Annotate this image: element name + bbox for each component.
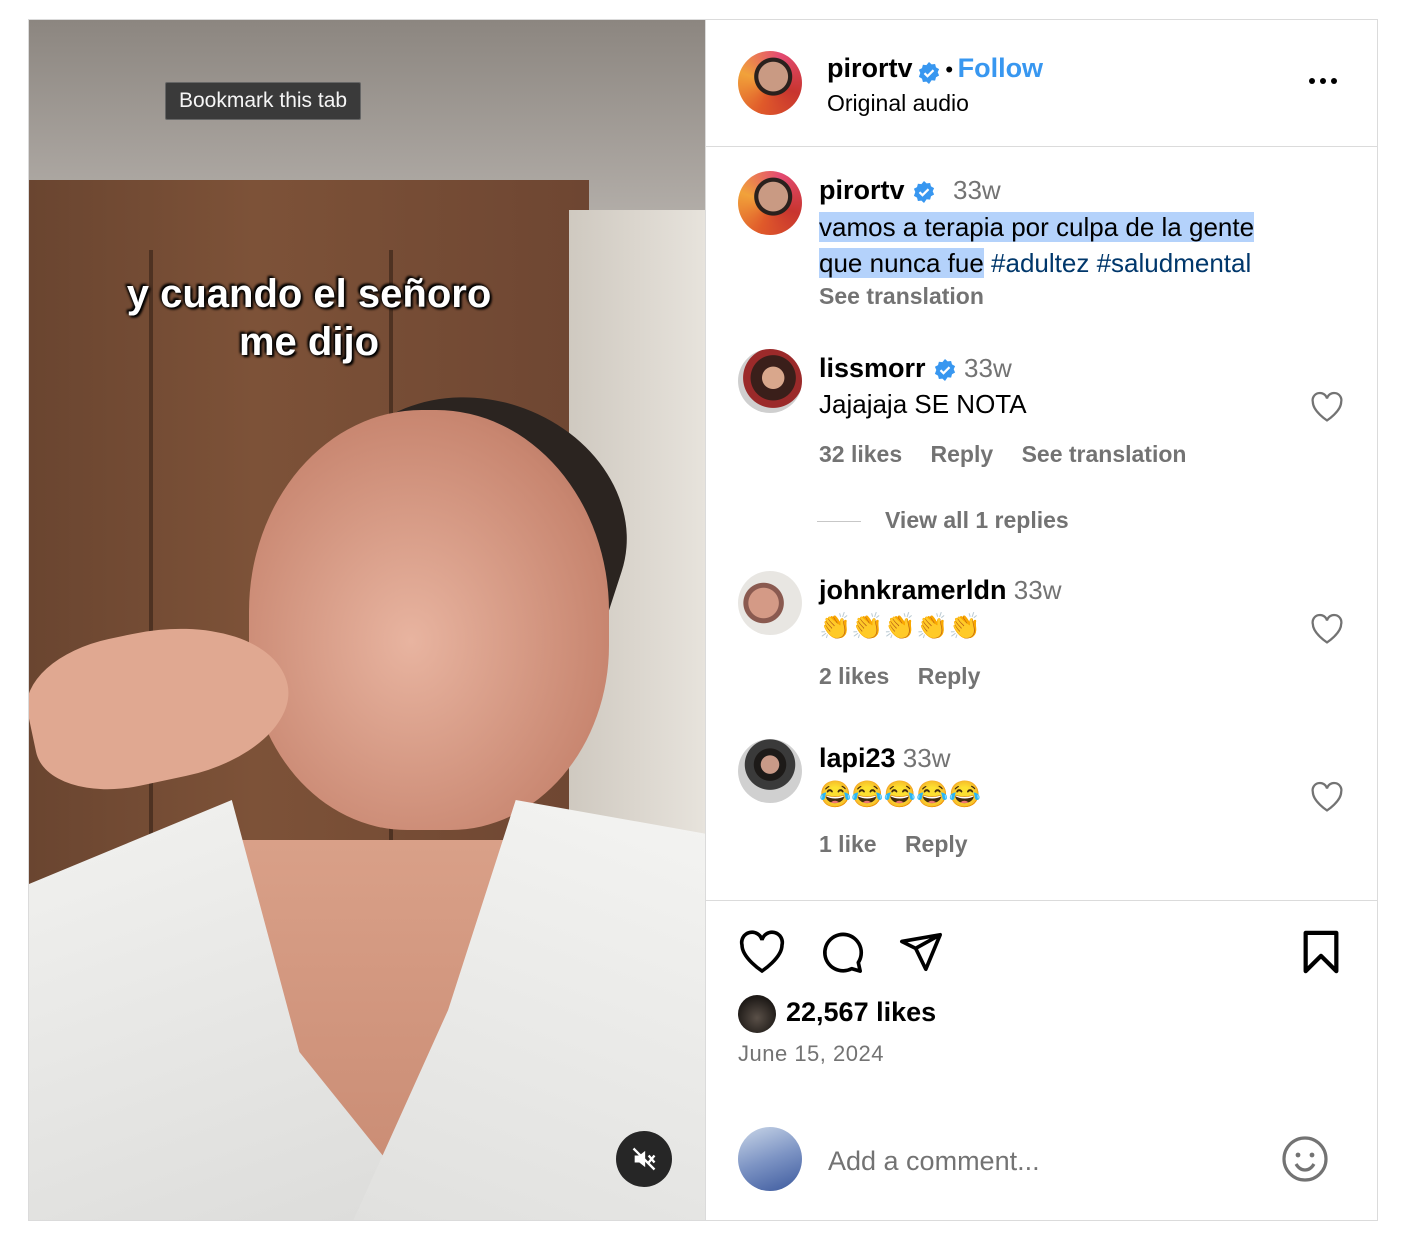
- bookmark-tooltip: Bookmark this tab: [165, 82, 362, 120]
- avatar[interactable]: [738, 171, 802, 235]
- comment-author-line: lapi23 33w: [819, 743, 950, 774]
- replies-divider: [817, 521, 861, 523]
- view-replies-label: View all 1 replies: [885, 507, 1069, 533]
- avatar[interactable]: [738, 349, 802, 413]
- video-caption: y cuando el señoro me dijo: [89, 270, 529, 366]
- post-date[interactable]: June 15, 2024: [738, 1041, 884, 1067]
- liker-avatar[interactable]: [738, 995, 776, 1033]
- like-heart-icon[interactable]: [738, 929, 786, 975]
- verified-badge-icon: [934, 359, 955, 382]
- comment-item: johnkramerldn 33w 👏👏👏👏👏 2 likes Reply: [738, 571, 1348, 701]
- video-caption-line: me dijo: [238, 320, 380, 364]
- comment-text: Jajajaja SE NOTA: [819, 389, 1027, 419]
- comment-text: 😂😂😂😂😂: [819, 779, 981, 809]
- comment-meta: 1 like Reply: [819, 831, 990, 858]
- follow-button[interactable]: Follow: [958, 53, 1043, 83]
- caption-author-line: pirortv 33w: [819, 175, 1001, 206]
- video-player[interactable]: Bookmark this tab y cuando el señoro me …: [29, 20, 706, 1220]
- comment-likes[interactable]: 2 likes: [819, 663, 889, 689]
- avatar[interactable]: [738, 571, 802, 635]
- more-dot: [1309, 78, 1315, 84]
- avatar[interactable]: [738, 51, 802, 115]
- like-comment-heart-icon[interactable]: [1310, 781, 1344, 813]
- original-audio-link[interactable]: Original audio: [827, 90, 969, 117]
- comment-bubble-icon[interactable]: [818, 929, 866, 975]
- comment-time[interactable]: 33w: [964, 353, 1012, 383]
- separator-dot: •: [945, 57, 954, 82]
- view-replies-button[interactable]: View all 1 replies: [817, 507, 1069, 534]
- video-caption-line: y cuando el señoro: [126, 272, 492, 316]
- hashtag-link[interactable]: #saludmental: [1097, 248, 1252, 278]
- post-header: pirortv • Follow Original audio: [706, 20, 1377, 147]
- comment-likes[interactable]: 32 likes: [819, 441, 902, 467]
- reply-button[interactable]: Reply: [931, 441, 994, 467]
- reply-button[interactable]: Reply: [918, 663, 981, 689]
- avatar[interactable]: [738, 739, 802, 803]
- verified-badge-icon: [918, 61, 940, 84]
- caption-see-translation[interactable]: See translation: [819, 283, 984, 310]
- reply-button[interactable]: Reply: [905, 831, 968, 857]
- see-translation-button[interactable]: See translation: [1022, 441, 1187, 467]
- comment-author-line: lissmorr 33w: [819, 353, 1012, 384]
- comment-text: 👏👏👏👏👏: [819, 611, 981, 641]
- more-dot: [1320, 78, 1326, 84]
- post-actions: 22,567 likes June 15, 2024: [706, 900, 1377, 1111]
- current-user-avatar[interactable]: [738, 1127, 802, 1191]
- more-dot: [1331, 78, 1337, 84]
- author-username[interactable]: pirortv: [827, 53, 913, 83]
- likes-count[interactable]: 22,567 likes: [786, 997, 936, 1028]
- caption-time[interactable]: 33w: [953, 175, 1001, 205]
- comment-meta: 2 likes Reply: [819, 663, 1002, 690]
- comment-item: lapi23 33w 😂😂😂😂😂 1 like Reply: [738, 739, 1348, 869]
- comment-username[interactable]: lissmorr: [819, 353, 926, 383]
- more-options-button[interactable]: [1309, 78, 1337, 84]
- hashtag-link[interactable]: #adultez: [991, 248, 1089, 278]
- caption-text: vamos a terapia por culpa de la gente qu…: [819, 209, 1319, 281]
- comments-list[interactable]: pirortv 33w vamos a terapia por culpa de…: [706, 147, 1377, 899]
- comment-time[interactable]: 33w: [903, 743, 951, 773]
- caption-text-selected: que nunca fue: [819, 248, 984, 278]
- header-author-line: pirortv • Follow: [827, 53, 1043, 85]
- comment-username[interactable]: lapi23: [819, 743, 896, 773]
- like-comment-heart-icon[interactable]: [1310, 391, 1344, 423]
- add-comment-bar: Add a comment...: [706, 1110, 1377, 1220]
- post-caption: pirortv 33w vamos a terapia por culpa de…: [738, 171, 1348, 311]
- speaker-muted-icon: [632, 1147, 656, 1171]
- comment-item: lissmorr 33w Jajajaja SE NOTA 32 likes R…: [738, 349, 1348, 539]
- comment-time[interactable]: 33w: [1014, 575, 1062, 605]
- comment-username[interactable]: johnkramerldn: [819, 575, 1007, 605]
- caption-username[interactable]: pirortv: [819, 175, 905, 205]
- verified-badge-icon: [913, 181, 934, 204]
- post-side-panel: pirortv • Follow Original audio pirortv …: [706, 20, 1377, 1220]
- video-frame-face: [249, 410, 609, 830]
- mute-button[interactable]: [616, 1131, 672, 1187]
- post-dialog: Bookmark this tab y cuando el señoro me …: [28, 19, 1378, 1221]
- caption-text-selected: vamos a terapia por culpa de la gente: [819, 212, 1255, 242]
- save-bookmark-icon[interactable]: [1301, 929, 1341, 975]
- comment-author-line: johnkramerldn 33w: [819, 575, 1061, 606]
- emoji-picker-icon[interactable]: [1281, 1135, 1329, 1183]
- comment-meta: 32 likes Reply See translation: [819, 441, 1208, 468]
- comment-likes[interactable]: 1 like: [819, 831, 877, 857]
- like-comment-heart-icon[interactable]: [1310, 613, 1344, 645]
- comment-input[interactable]: Add a comment...: [828, 1146, 1040, 1177]
- share-send-icon[interactable]: [898, 929, 944, 975]
